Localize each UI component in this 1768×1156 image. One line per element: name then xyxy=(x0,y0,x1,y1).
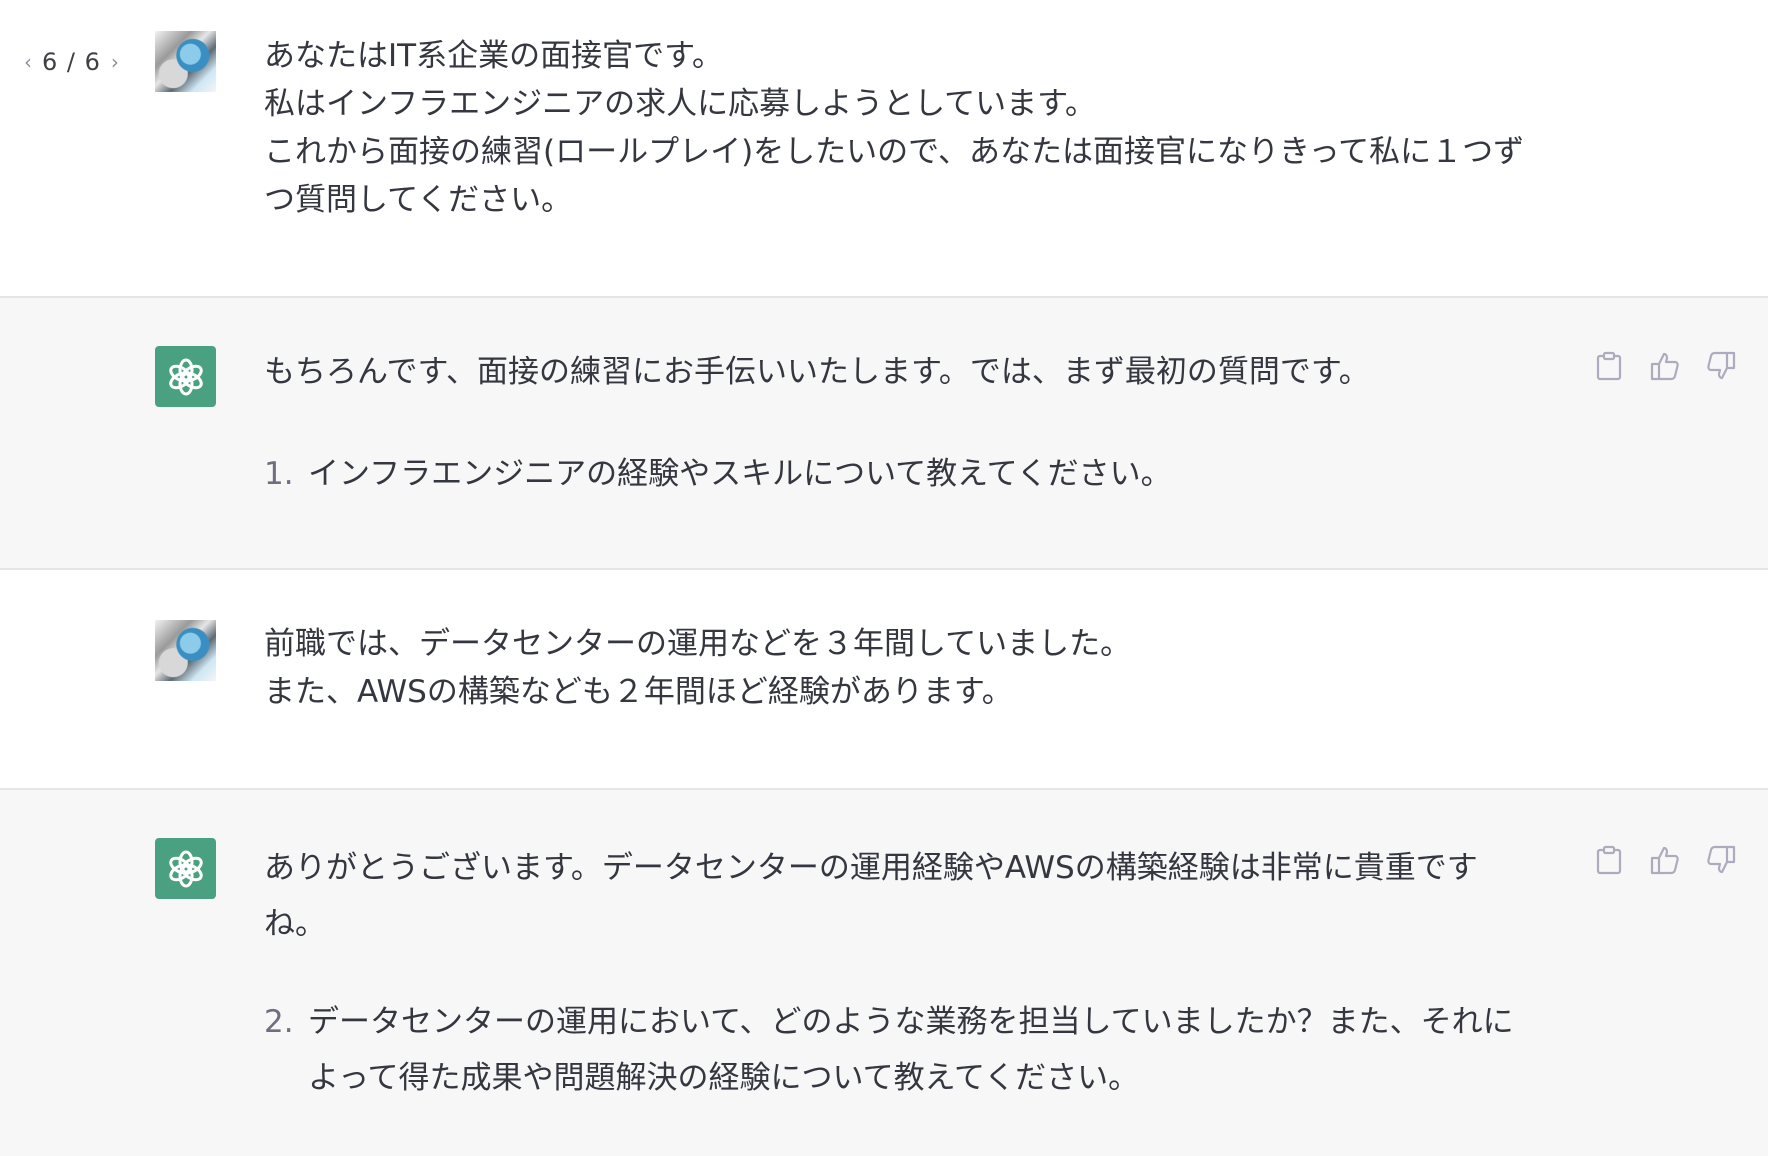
ordered-list-item: 2. データセンターの運用において、どのような業務を担当していましたか？また、そ… xyxy=(264,994,1564,1106)
assistant-message-text: もちろんです、面接の練習にお手伝いいたします。では、まず最初の質問です。 xyxy=(264,354,1370,390)
copy-button[interactable] xyxy=(1594,350,1624,382)
pager-count: 6 / 6 xyxy=(42,48,101,76)
thumbs-up-button[interactable] xyxy=(1650,350,1680,382)
ordered-list-item: 1. インフラエンジニアの経験やスキルについて教えてください。 xyxy=(264,446,1564,502)
message-actions xyxy=(1594,350,1736,382)
thumbs-down-icon xyxy=(1707,845,1736,874)
list-item-text: インフラエンジニアの経験やスキルについて教えてください。 xyxy=(308,456,1172,492)
copy-button[interactable] xyxy=(1594,844,1624,876)
user-message-text: あなたはIT系企業の面接官です。 私はインフラエンジニアの求人に応募しようとして… xyxy=(264,38,1525,218)
message-row-assistant-1: もちろんです、面接の練習にお手伝いいたします。では、まず最初の質問です。 1. … xyxy=(0,296,1768,570)
openai-knot-icon xyxy=(168,850,203,887)
message-row-assistant-2: ありがとうございます。データセンターの運用経験やAWSの構築経験は非常に貴重です… xyxy=(0,788,1768,1156)
chatgpt-logo-icon xyxy=(155,346,216,407)
chatgpt-logo-icon xyxy=(155,838,216,899)
clipboard-icon xyxy=(1596,351,1622,381)
thumbs-down-button[interactable] xyxy=(1706,350,1736,382)
list-item-text: データセンターの運用において、どのような業務を担当していましたか？また、それに … xyxy=(308,1004,1514,1096)
thumbs-up-icon xyxy=(1650,846,1679,875)
user-avatar xyxy=(155,31,216,92)
chevron-left-icon[interactable]: ‹ xyxy=(24,50,32,74)
list-number: 1. xyxy=(264,456,294,492)
user-message-text: 前職では、データセンターの運用などを３年間していました。 また、AWSの構築など… xyxy=(264,626,1132,710)
message-actions xyxy=(1594,844,1736,876)
response-pager: ‹ 6 / 6 › xyxy=(24,48,119,76)
list-number: 2. xyxy=(264,1004,294,1040)
openai-knot-icon xyxy=(168,358,203,395)
thumbs-down-button[interactable] xyxy=(1706,844,1736,876)
message-row-user-2: 前職では、データセンターの運用などを３年間していました。 また、AWSの構築など… xyxy=(0,570,1768,788)
chevron-right-icon[interactable]: › xyxy=(111,50,119,74)
thumbs-down-icon xyxy=(1707,351,1736,380)
clipboard-icon xyxy=(1596,845,1622,875)
assistant-message-text: ありがとうございます。データセンターの運用経験やAWSの構築経験は非常に貴重です… xyxy=(264,850,1478,942)
user-avatar xyxy=(155,620,216,681)
thumbs-up-icon xyxy=(1650,352,1679,381)
message-row-user-1: ‹ 6 / 6 › あなたはIT系企業の面接官です。 私はインフラエンジニアの求… xyxy=(0,0,1768,296)
thumbs-up-button[interactable] xyxy=(1650,844,1680,876)
